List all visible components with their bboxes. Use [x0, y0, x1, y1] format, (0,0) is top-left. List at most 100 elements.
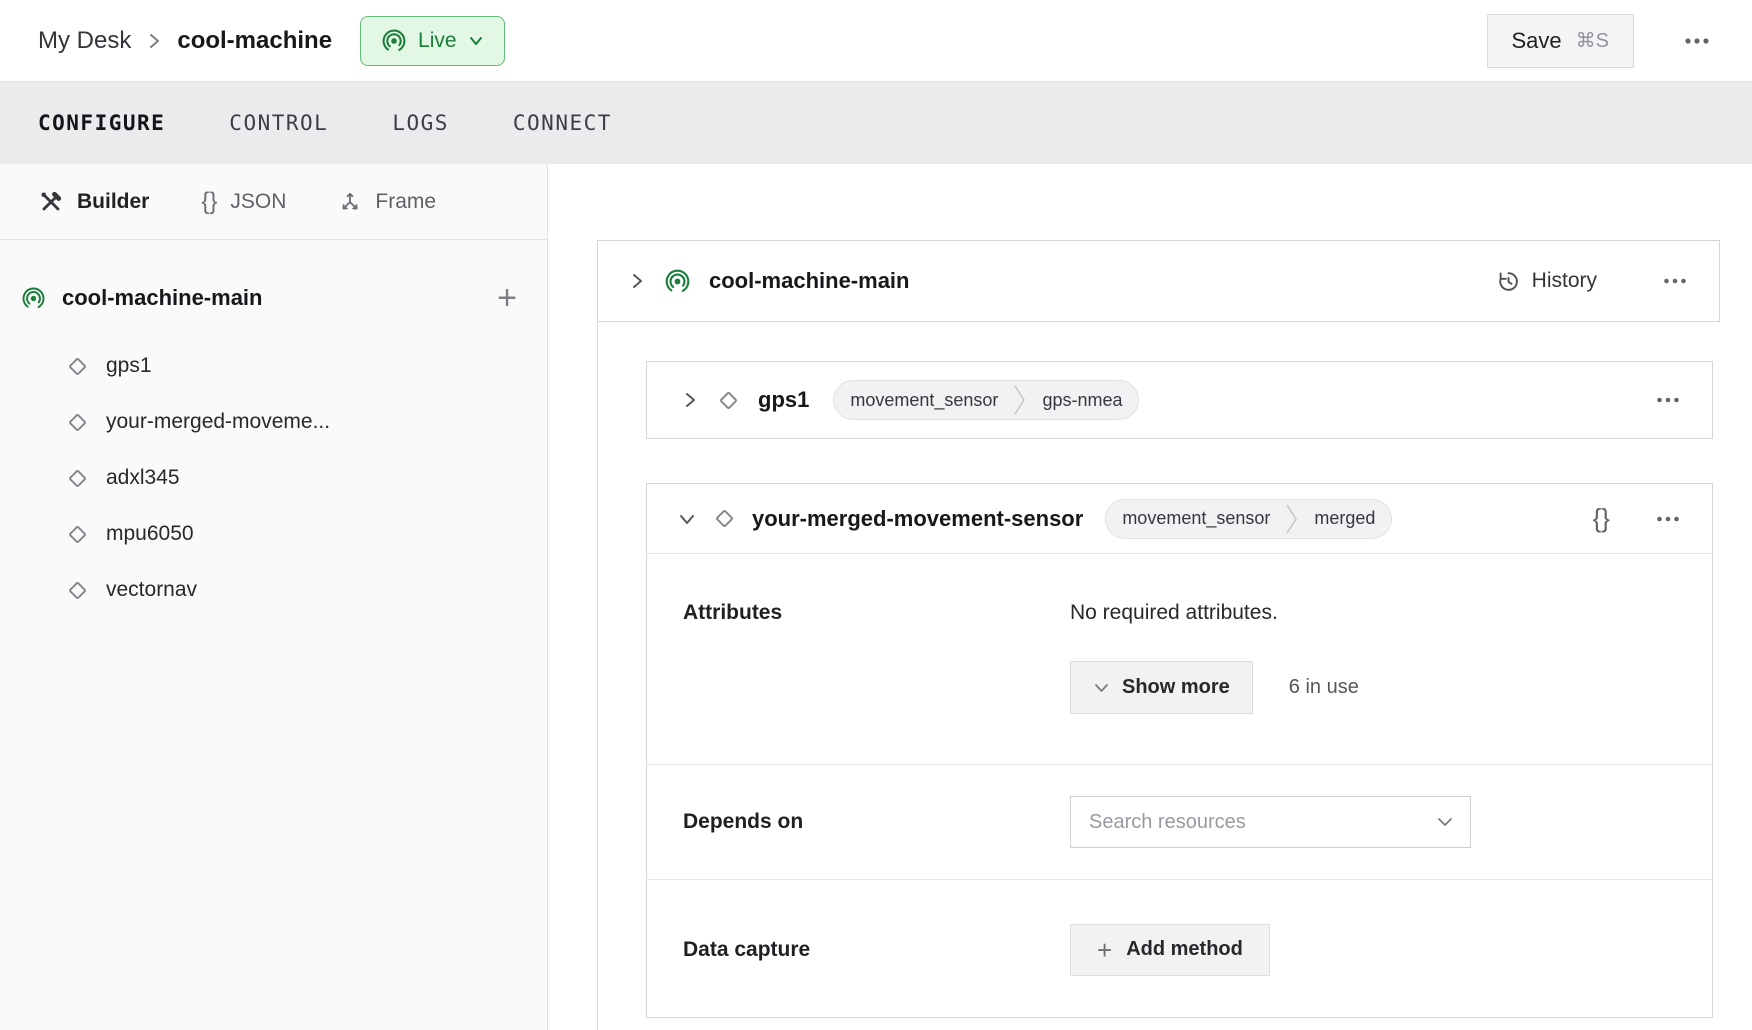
tree-item-adxl345[interactable]: adxl345	[64, 450, 517, 506]
resource-card-title: gps1	[758, 387, 809, 413]
add-method-button[interactable]: + Add method	[1070, 924, 1270, 976]
resource-type-badge: movement_sensor merged	[1105, 499, 1392, 539]
badge-model-label: merged	[1298, 508, 1391, 529]
edit-json-icon[interactable]: {}	[1593, 503, 1610, 534]
section-attributes: Attributes No required attributes. Show …	[647, 554, 1712, 764]
add-method-label: Add method	[1126, 938, 1243, 961]
tree-item-merged-sensor[interactable]: your-merged-moveme...	[64, 394, 517, 450]
tools-icon	[38, 189, 64, 215]
attributes-in-use-count: 6 in use	[1289, 676, 1359, 699]
sidebar: Builder {} JSON Frame	[0, 164, 548, 1030]
braces-icon: {}	[201, 188, 217, 216]
part-card-title: cool-machine-main	[709, 268, 909, 294]
tree-item-vectornav[interactable]: vectornav	[64, 562, 517, 618]
resource-tree: cool-machine-main + gps1 your-me	[0, 240, 547, 618]
tree-item-main-part[interactable]: cool-machine-main +	[21, 266, 517, 330]
component-diamond-icon	[64, 465, 91, 492]
tree-item-label: gps1	[106, 354, 152, 378]
part-more-options-icon[interactable]	[1657, 271, 1693, 291]
tree-connector-line	[597, 322, 598, 1030]
attributes-value: No required attributes. Show more 6 in u…	[1070, 554, 1359, 764]
show-more-label: Show more	[1122, 676, 1230, 699]
tree-item-label: your-merged-moveme...	[106, 410, 330, 434]
chevron-down-icon[interactable]	[677, 510, 697, 528]
resource-card-title: your-merged-movement-sensor	[752, 506, 1083, 532]
tab-logs[interactable]: LOGS	[392, 111, 449, 135]
main-panel: cool-machine-main History	[548, 164, 1752, 1030]
broadcast-icon	[664, 268, 691, 295]
component-diamond-icon	[64, 409, 91, 436]
part-card-cool-machine-main: cool-machine-main History	[597, 240, 1720, 322]
mode-builder[interactable]: Builder	[38, 189, 149, 215]
broadcast-icon	[381, 28, 407, 54]
component-diamond-icon	[64, 353, 91, 380]
resource-card-merged-sensor: your-merged-movement-sensor movement_sen…	[646, 483, 1713, 1018]
broadcast-icon	[21, 286, 46, 311]
tab-connect[interactable]: CONNECT	[513, 111, 612, 135]
resource-more-options-icon[interactable]	[1650, 509, 1686, 529]
badge-divider-icon	[1286, 499, 1298, 539]
tree-children: gps1 your-merged-moveme... adxl345	[64, 338, 517, 618]
frame-axes-icon	[338, 190, 362, 214]
save-label: Save	[1512, 28, 1562, 54]
component-diamond-icon	[715, 387, 742, 414]
badge-type-label: movement_sensor	[1106, 508, 1286, 529]
tab-bar: CONFIGURE CONTROL LOGS CONNECT	[0, 82, 1752, 164]
data-capture-label: Data capture	[683, 938, 1070, 962]
plus-icon: +	[1097, 937, 1112, 963]
badge-type-label: movement_sensor	[834, 390, 1014, 411]
chevron-down-icon	[1093, 682, 1110, 694]
live-status-label: Live	[418, 29, 457, 53]
top-bar: My Desk cool-machine Live Save ⌘	[0, 0, 1752, 82]
depends-on-label: Depends on	[683, 810, 1070, 834]
tree-item-label: mpu6050	[106, 522, 194, 546]
tree-item-label: adxl345	[106, 466, 180, 490]
save-shortcut: ⌘S	[1576, 28, 1609, 53]
component-diamond-icon	[711, 505, 738, 532]
history-button[interactable]: History	[1495, 269, 1597, 294]
mode-frame[interactable]: Frame	[338, 190, 436, 214]
mode-json-label: JSON	[230, 190, 286, 214]
resource-card-header: your-merged-movement-sensor movement_sen…	[647, 484, 1712, 554]
resource-more-options-icon[interactable]	[1650, 390, 1686, 410]
breadcrumb: My Desk cool-machine	[38, 27, 332, 55]
app-window: My Desk cool-machine Live Save ⌘	[0, 0, 1752, 1030]
badge-model-label: gps-nmea	[1026, 390, 1138, 411]
search-resources-input[interactable]	[1089, 811, 1436, 834]
attributes-empty-text: No required attributes.	[1070, 601, 1359, 625]
depends-on-select[interactable]	[1070, 796, 1471, 848]
content-area: Builder {} JSON Frame	[0, 164, 1752, 1030]
tab-control[interactable]: CONTROL	[229, 111, 328, 135]
history-icon	[1495, 269, 1520, 294]
view-mode-switcher: Builder {} JSON Frame	[0, 164, 547, 240]
attributes-label: Attributes	[683, 554, 1070, 764]
breadcrumb-separator-icon	[147, 31, 161, 51]
mode-builder-label: Builder	[77, 190, 149, 214]
show-more-button[interactable]: Show more	[1070, 661, 1253, 714]
history-label: History	[1532, 269, 1597, 293]
tab-configure[interactable]: CONFIGURE	[38, 111, 165, 135]
section-depends-on: Depends on	[647, 764, 1712, 879]
resource-type-badge: movement_sensor gps-nmea	[833, 380, 1139, 420]
save-button[interactable]: Save ⌘S	[1487, 14, 1635, 68]
more-options-icon[interactable]	[1678, 31, 1716, 51]
machine-name: cool-machine	[177, 27, 332, 55]
chevron-down-icon	[468, 35, 484, 47]
chevron-right-icon[interactable]	[628, 271, 646, 291]
mode-json[interactable]: {} JSON	[201, 188, 286, 216]
resource-card-gps1: gps1 movement_sensor gps-nmea	[646, 361, 1713, 439]
live-status-dropdown[interactable]: Live	[360, 16, 505, 66]
breadcrumb-root-link[interactable]: My Desk	[38, 27, 131, 55]
tree-item-label: vectornav	[106, 578, 197, 602]
mode-frame-label: Frame	[375, 190, 436, 214]
section-data-capture: Data capture + Add method	[647, 879, 1712, 1019]
component-diamond-icon	[64, 577, 91, 604]
tree-item-gps1[interactable]: gps1	[64, 338, 517, 394]
tree-item-mpu6050[interactable]: mpu6050	[64, 506, 517, 562]
add-component-icon[interactable]: +	[497, 281, 517, 315]
badge-divider-icon	[1014, 380, 1026, 420]
chevron-down-icon	[1436, 816, 1454, 828]
tree-root-label: cool-machine-main	[62, 285, 262, 311]
chevron-right-icon[interactable]	[681, 390, 699, 410]
component-diamond-icon	[64, 521, 91, 548]
